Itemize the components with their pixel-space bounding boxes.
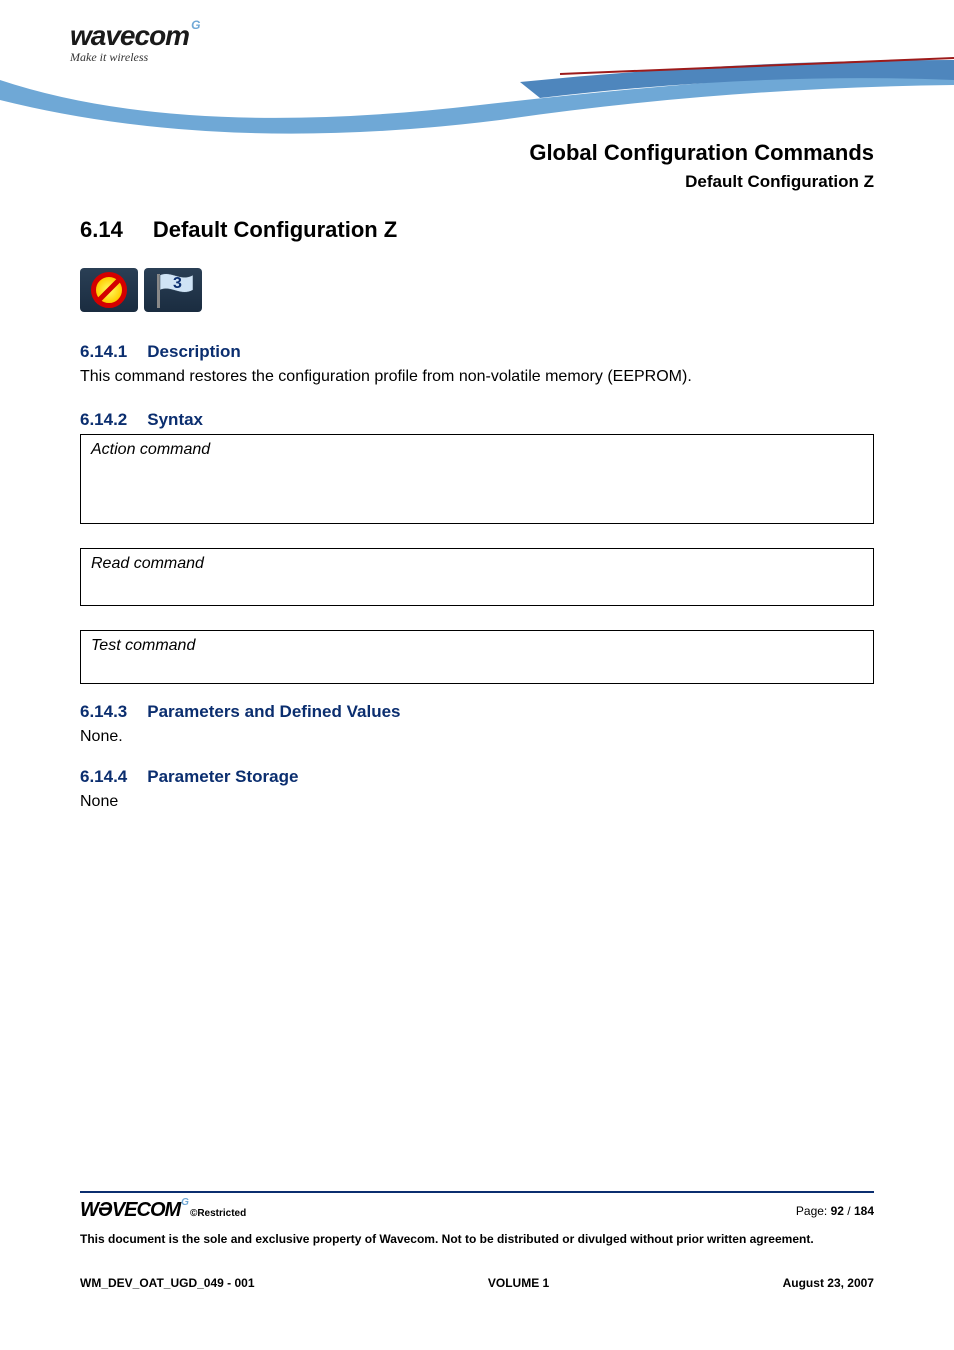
sub-num: 6.14.1 xyxy=(80,342,127,362)
doc-header-subtitle: Default Configuration Z xyxy=(0,172,874,192)
description-text: This command restores the configuration … xyxy=(80,366,874,388)
subsection-description: 6.14.1 Description This command restores… xyxy=(80,342,874,388)
footer-date: August 23, 2007 xyxy=(783,1276,874,1290)
logo-wordmark: wavecom xyxy=(70,20,189,52)
logo-tagline: Make it wireless xyxy=(70,50,199,65)
footer-logo-text: WƏVECOM xyxy=(80,1199,180,1222)
action-command-box: Action command xyxy=(80,434,874,524)
brand-logo: wavecom G Make it wireless xyxy=(70,20,199,65)
page-footer: WƏVECOM G ©Restricted Page: 92 / 184 Thi… xyxy=(80,1191,874,1290)
sub-title-text: Description xyxy=(147,342,241,362)
footer-left: WƏVECOM G ©Restricted xyxy=(80,1199,246,1222)
section-title-text: Default Configuration Z xyxy=(153,217,397,243)
flag-number: 3 xyxy=(173,275,182,292)
footer-disclaimer: This document is the sole and exclusive … xyxy=(80,1232,874,1248)
footer-logo-sup: G xyxy=(181,1197,188,1208)
sub-num: 6.14.2 xyxy=(80,410,127,430)
page-sep: / xyxy=(844,1204,854,1218)
test-command-box: Test command xyxy=(80,630,874,684)
sub-title-text: Parameter Storage xyxy=(147,767,298,787)
subsection-parameters: 6.14.3 Parameters and Defined Values Non… xyxy=(80,702,874,748)
footer-doc-id: WM_DEV_OAT_UGD_049 - 001 xyxy=(80,1276,255,1290)
flag-3-icon: 3 xyxy=(144,268,202,312)
page-total: 184 xyxy=(854,1204,874,1218)
storage-text: None xyxy=(80,791,874,813)
feature-icons-row: 3 xyxy=(80,268,874,312)
logo-superscript: G xyxy=(191,18,199,32)
action-command-label: Action command xyxy=(91,441,210,458)
subsection-storage: 6.14.4 Parameter Storage None xyxy=(80,767,874,813)
content-area: 6.14 Default Configuration Z 3 6.14.1 De… xyxy=(0,217,954,813)
no-sim-icon xyxy=(80,268,138,312)
sub-num: 6.14.4 xyxy=(80,767,127,787)
footer-volume: VOLUME 1 xyxy=(488,1276,549,1290)
page-label: Page: xyxy=(796,1204,831,1218)
subsection-syntax: 6.14.2 Syntax Action command Read comman… xyxy=(80,410,874,684)
test-command-label: Test command xyxy=(91,637,195,654)
read-command-box: Read command xyxy=(80,548,874,606)
read-command-label: Read command xyxy=(91,555,204,572)
footer-restricted: ©Restricted xyxy=(190,1208,246,1219)
page-header: wavecom G Make it wireless xyxy=(0,0,954,130)
section-number: 6.14 xyxy=(80,217,123,243)
sub-title-text: Parameters and Defined Values xyxy=(147,702,400,722)
sub-title-text: Syntax xyxy=(147,410,203,430)
section-heading: 6.14 Default Configuration Z xyxy=(80,217,874,243)
footer-page: Page: 92 / 184 xyxy=(796,1204,874,1218)
parameters-text: None. xyxy=(80,726,874,748)
page-current: 92 xyxy=(831,1204,844,1218)
sub-num: 6.14.3 xyxy=(80,702,127,722)
